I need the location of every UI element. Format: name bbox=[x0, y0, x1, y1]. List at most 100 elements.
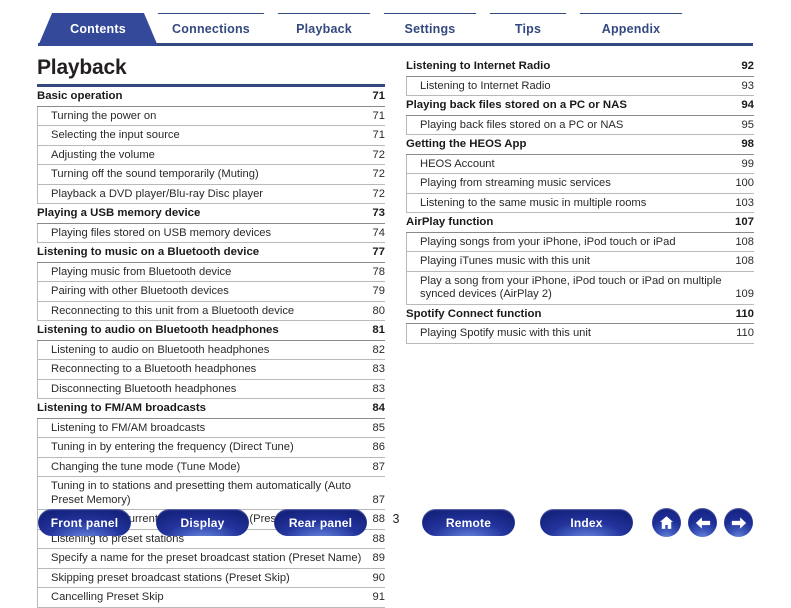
toc-entry-row[interactable]: Playing songs from your iPhone, iPod tou… bbox=[406, 232, 754, 252]
home-button[interactable] bbox=[652, 508, 681, 537]
toc-chapter-row[interactable]: Playing a USB memory device 73 bbox=[37, 204, 385, 224]
toc-entry-row[interactable]: Listening to Internet Radio 93 bbox=[406, 76, 754, 96]
toc-entry-label: Pairing with other Bluetooth devices bbox=[51, 285, 229, 297]
toc-entry-label: Adjusting the volume bbox=[51, 148, 155, 161]
toc-entry-page: 90 bbox=[372, 571, 385, 584]
toc-entry-label: Listening to music on a Bluetooth device bbox=[37, 246, 260, 258]
display-button[interactable]: Display bbox=[156, 509, 249, 536]
toc-chapter-row[interactable]: Spotify Connect function 110 bbox=[406, 305, 754, 324]
tab-label: Contents bbox=[70, 21, 126, 36]
toc-entry-label: Playing back files stored on a PC or NAS bbox=[420, 118, 624, 131]
button-label: Front panel bbox=[50, 515, 119, 530]
toc-entry-row[interactable]: Playing from streaming music services 100 bbox=[406, 174, 754, 194]
toc-chapter-row[interactable]: Listening to Internet Radio 92 bbox=[406, 57, 754, 77]
toc-entry-row[interactable]: Listening to the same music in multiple … bbox=[406, 193, 754, 213]
toc-entry-label: Playing Spotify music with this unit bbox=[420, 327, 591, 339]
toc-entry-page: 84 bbox=[372, 402, 385, 414]
toc-entry-row[interactable]: Playing music from Bluetooth device 78 bbox=[37, 262, 385, 282]
tab-label: Appendix bbox=[601, 21, 661, 36]
toc-entry-label: Changing the tune mode (Tune Mode) bbox=[51, 460, 241, 473]
toc-entry-row[interactable]: Changing the tune mode (Tune Mode) 87 bbox=[37, 457, 385, 477]
toc-chapter-row[interactable]: Listening to FM/AM broadcasts 84 bbox=[37, 399, 385, 419]
toc-chapter-row[interactable]: Getting the HEOS App 98 bbox=[406, 135, 754, 155]
toc-entry-row[interactable]: Play a song from your iPhone, iPod touch… bbox=[406, 271, 754, 305]
toc-entry-label: AirPlay function bbox=[406, 216, 494, 228]
index-button[interactable]: Index bbox=[540, 509, 633, 536]
toc-entry-page: 108 bbox=[735, 235, 754, 248]
bottom-navigation-bar: Front panel Display Rear panel Remote Index … bbox=[0, 497, 791, 557]
toc-entry-page: 71 bbox=[372, 90, 385, 102]
toc-entry-row[interactable]: Playback a DVD player/Blu-ray Disc playe… bbox=[37, 184, 385, 204]
toc-entry-page: 92 bbox=[741, 60, 754, 72]
toc-entry-row[interactable]: Pairing with other Bluetooth devices 79 bbox=[37, 282, 385, 302]
rear-panel-button[interactable]: Rear panel bbox=[274, 509, 367, 536]
toc-entry-row[interactable]: Playing iTunes music with this unit 108 bbox=[406, 252, 754, 272]
toc-entry-label: Listening to FM/AM broadcasts bbox=[37, 402, 206, 414]
toc-entry-page: 103 bbox=[735, 196, 754, 209]
front-panel-button[interactable]: Front panel bbox=[38, 509, 131, 536]
toc-entry-label: Listening to Internet Radio bbox=[406, 60, 551, 72]
toc-column-right: Listening to Internet Radio 92 Listening t… bbox=[406, 57, 754, 344]
toc-entry-row[interactable]: Selecting the input source 71 bbox=[37, 126, 385, 146]
toc-entry-label: Cancelling Preset Skip bbox=[51, 591, 164, 603]
toc-entry-page: 86 bbox=[372, 441, 385, 453]
tab-settings[interactable]: Settings bbox=[370, 13, 490, 46]
toc-entry-label: Disconnecting Bluetooth headphones bbox=[51, 382, 237, 395]
toc-entry-row[interactable]: Listening to FM/AM broadcasts 85 bbox=[37, 418, 385, 438]
toc-entry-label: Playing files stored on USB memory devic… bbox=[51, 226, 272, 239]
toc-entry-label: Playing from streaming music services bbox=[420, 177, 611, 189]
toc-entry-row[interactable]: Reconnecting to a Bluetooth headphones 83 bbox=[37, 360, 385, 380]
tab-connections[interactable]: Connections bbox=[144, 13, 278, 46]
button-label: Display bbox=[180, 515, 225, 530]
arrow-left-button[interactable] bbox=[688, 508, 717, 537]
toc-entry-label: Listening to Internet Radio bbox=[420, 79, 551, 92]
toc-entry-label: Playback a DVD player/Blu-ray Disc playe… bbox=[51, 187, 264, 200]
page-title: Playback bbox=[37, 56, 127, 79]
toc-entry-label: Playing songs from your iPhone, iPod tou… bbox=[420, 235, 676, 248]
toc-entry-page: 100 bbox=[735, 177, 754, 189]
tab-appendix[interactable]: Appendix bbox=[566, 13, 696, 46]
toc-entry-row[interactable]: Playing Spotify music with this unit 110 bbox=[406, 324, 754, 344]
toc-entry-row[interactable]: Turning the power on 71 bbox=[37, 106, 385, 126]
tab-label: Tips bbox=[514, 21, 542, 36]
toc-entry-row[interactable]: HEOS Account 99 bbox=[406, 154, 754, 174]
toc-entry-page: 72 bbox=[372, 168, 385, 180]
toc-entry-page: 99 bbox=[741, 157, 754, 170]
toc-entry-page: 71 bbox=[372, 109, 385, 122]
toc-entry-row[interactable]: Adjusting the volume 72 bbox=[37, 145, 385, 165]
toc-entry-page: 82 bbox=[372, 343, 385, 356]
toc-entry-row[interactable]: Turning off the sound temporarily (Mutin… bbox=[37, 165, 385, 185]
toc-entry-label: Getting the HEOS App bbox=[406, 138, 527, 150]
arrow-right-icon bbox=[730, 515, 748, 531]
toc-entry-row[interactable]: Playing back files stored on a PC or NAS… bbox=[406, 115, 754, 135]
page-number: 3 bbox=[392, 512, 400, 526]
toc-entry-page: 73 bbox=[372, 207, 385, 219]
toc-entry-row[interactable]: Disconnecting Bluetooth headphones 83 bbox=[37, 379, 385, 399]
toc-chapter-row[interactable]: Playing back files stored on a PC or NAS… bbox=[406, 96, 754, 116]
toc-chapter-row[interactable]: Listening to music on a Bluetooth device… bbox=[37, 243, 385, 263]
toc-entry-row[interactable]: Skipping preset broadcast stations (Pres… bbox=[37, 568, 385, 588]
toc-entry-page: 79 bbox=[372, 285, 385, 297]
toc-entry-label: Turning off the sound temporarily (Mutin… bbox=[51, 168, 259, 180]
toc-entry-page: 83 bbox=[372, 382, 385, 395]
toc-chapter-row[interactable]: Listening to audio on Bluetooth headphon… bbox=[37, 321, 385, 341]
button-label: Rear panel bbox=[288, 515, 353, 530]
toc-entry-label: Playing music from Bluetooth device bbox=[51, 265, 232, 278]
remote-button[interactable]: Remote bbox=[422, 509, 515, 536]
toc-entry-row[interactable]: Reconnecting to this unit from a Bluetoo… bbox=[37, 301, 385, 321]
arrow-right-button[interactable] bbox=[724, 508, 753, 537]
toc-entry-row[interactable]: Listening to audio on Bluetooth headphon… bbox=[37, 340, 385, 360]
toc-entry-row[interactable]: Cancelling Preset Skip 91 bbox=[37, 588, 385, 608]
button-label: Remote bbox=[445, 515, 492, 530]
tab-tips[interactable]: Tips bbox=[476, 13, 580, 46]
toc-entry-page: 95 bbox=[741, 118, 754, 131]
tab-contents[interactable]: Contents bbox=[38, 13, 158, 46]
tab-playback[interactable]: Playback bbox=[264, 13, 384, 46]
toc-entry-page: 93 bbox=[741, 79, 754, 92]
toc-entry-label: Spotify Connect function bbox=[406, 307, 542, 320]
toc-entry-row[interactable]: Tuning in by entering the frequency (Dir… bbox=[37, 438, 385, 458]
toc-entry-row[interactable]: Playing files stored on USB memory devic… bbox=[37, 223, 385, 243]
toc-entry-page: 78 bbox=[372, 265, 385, 278]
toc-chapter-row[interactable]: AirPlay function 107 bbox=[406, 213, 754, 233]
toc-chapter-row[interactable]: Basic operation 71 bbox=[37, 87, 385, 107]
